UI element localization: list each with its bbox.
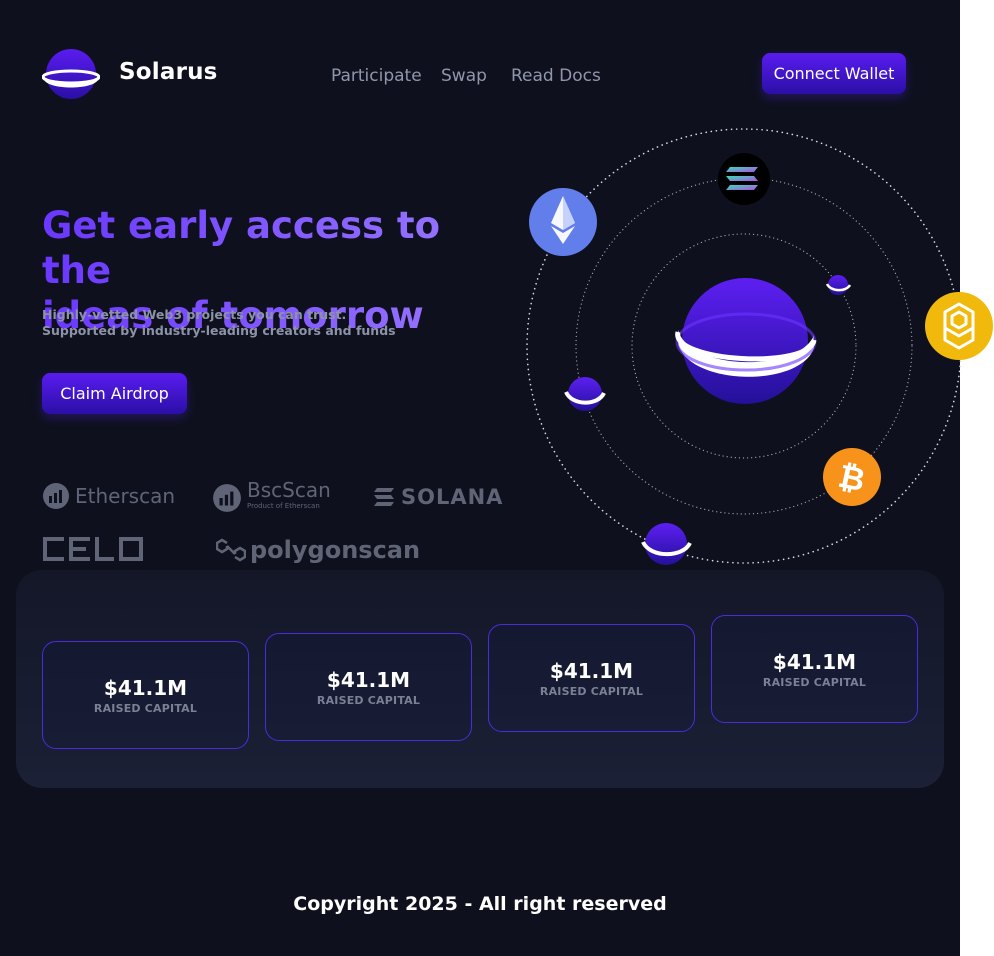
bscscan-icon [213,484,241,512]
claim-airdrop-button[interactable]: Claim Airdrop [42,373,187,414]
ethereum-icon [529,188,597,256]
hero-subtitle-line-1: Highly-vetted Web3 projects you can trus… [42,307,347,322]
footer-copyright: Copyright 2025 - All right reserved [293,893,667,915]
etherscan-icon [43,483,69,509]
partner-etherscan-label: Etherscan [75,484,176,508]
stat-label: RAISED CAPITAL [539,684,644,698]
polygon-icon [216,538,246,562]
partner-polygonscan: polygonscan [216,536,420,564]
partner-solana-label: SOLANA [401,485,504,509]
center-planet-icon [675,278,817,404]
stat-card: $41.1M RAISED CAPITAL [488,624,695,732]
partner-bscscan: BscScan Product of Etherscan [212,480,331,515]
stat-value: $41.1M [326,667,411,692]
stat-card: $41.1M RAISED CAPITAL [265,633,472,741]
landing-page: Solarus Participate Swap Read Docs Conne… [0,0,993,956]
solana-icon [718,153,770,205]
nav-participate[interactable]: Participate [331,66,422,86]
stat-label: RAISED CAPITAL [93,701,198,715]
hero-subtitle: Highly-vetted Web3 projects you can trus… [42,307,442,339]
partner-polygonscan-label: polygonscan [250,536,421,564]
partner-etherscan: Etherscan [42,482,175,510]
stat-label: RAISED CAPITAL [762,675,867,689]
nav-swap[interactable]: Swap [441,66,487,86]
stat-card: $41.1M RAISED CAPITAL [42,641,249,749]
celo-logo-icon [43,537,143,561]
small-planet-icon [825,275,852,295]
solana-logo-icon [374,488,394,506]
small-planet-icon [564,377,606,411]
bnb-icon [925,292,993,360]
stats-panel: $41.1M RAISED CAPITAL $41.1M RAISED CAPI… [16,570,944,788]
nav-read-docs[interactable]: Read Docs [511,66,601,86]
planet-logo-icon[interactable] [42,47,100,101]
stat-card: $41.1M RAISED CAPITAL [711,615,918,723]
partner-bscscan-sublabel: Product of Etherscan [247,502,320,510]
stat-value: $41.1M [772,649,857,674]
brand-name: Solarus [119,59,218,85]
bitcoin-icon: ₿ [823,448,881,506]
hero-title-line-1: Get early access to the [42,204,440,292]
hero-subtitle-line-2: Supported by industry-leading creators a… [42,323,396,338]
small-planet-icon [641,523,692,565]
stat-label: RAISED CAPITAL [316,693,421,707]
stat-value: $41.1M [549,658,634,683]
partner-solana: SOLANA [373,485,503,509]
stat-value: $41.1M [103,675,188,700]
planet-orbit-illustration: ₿ [526,128,993,565]
partner-celo: celo [42,536,144,562]
connect-wallet-button[interactable]: Connect Wallet [762,53,906,94]
